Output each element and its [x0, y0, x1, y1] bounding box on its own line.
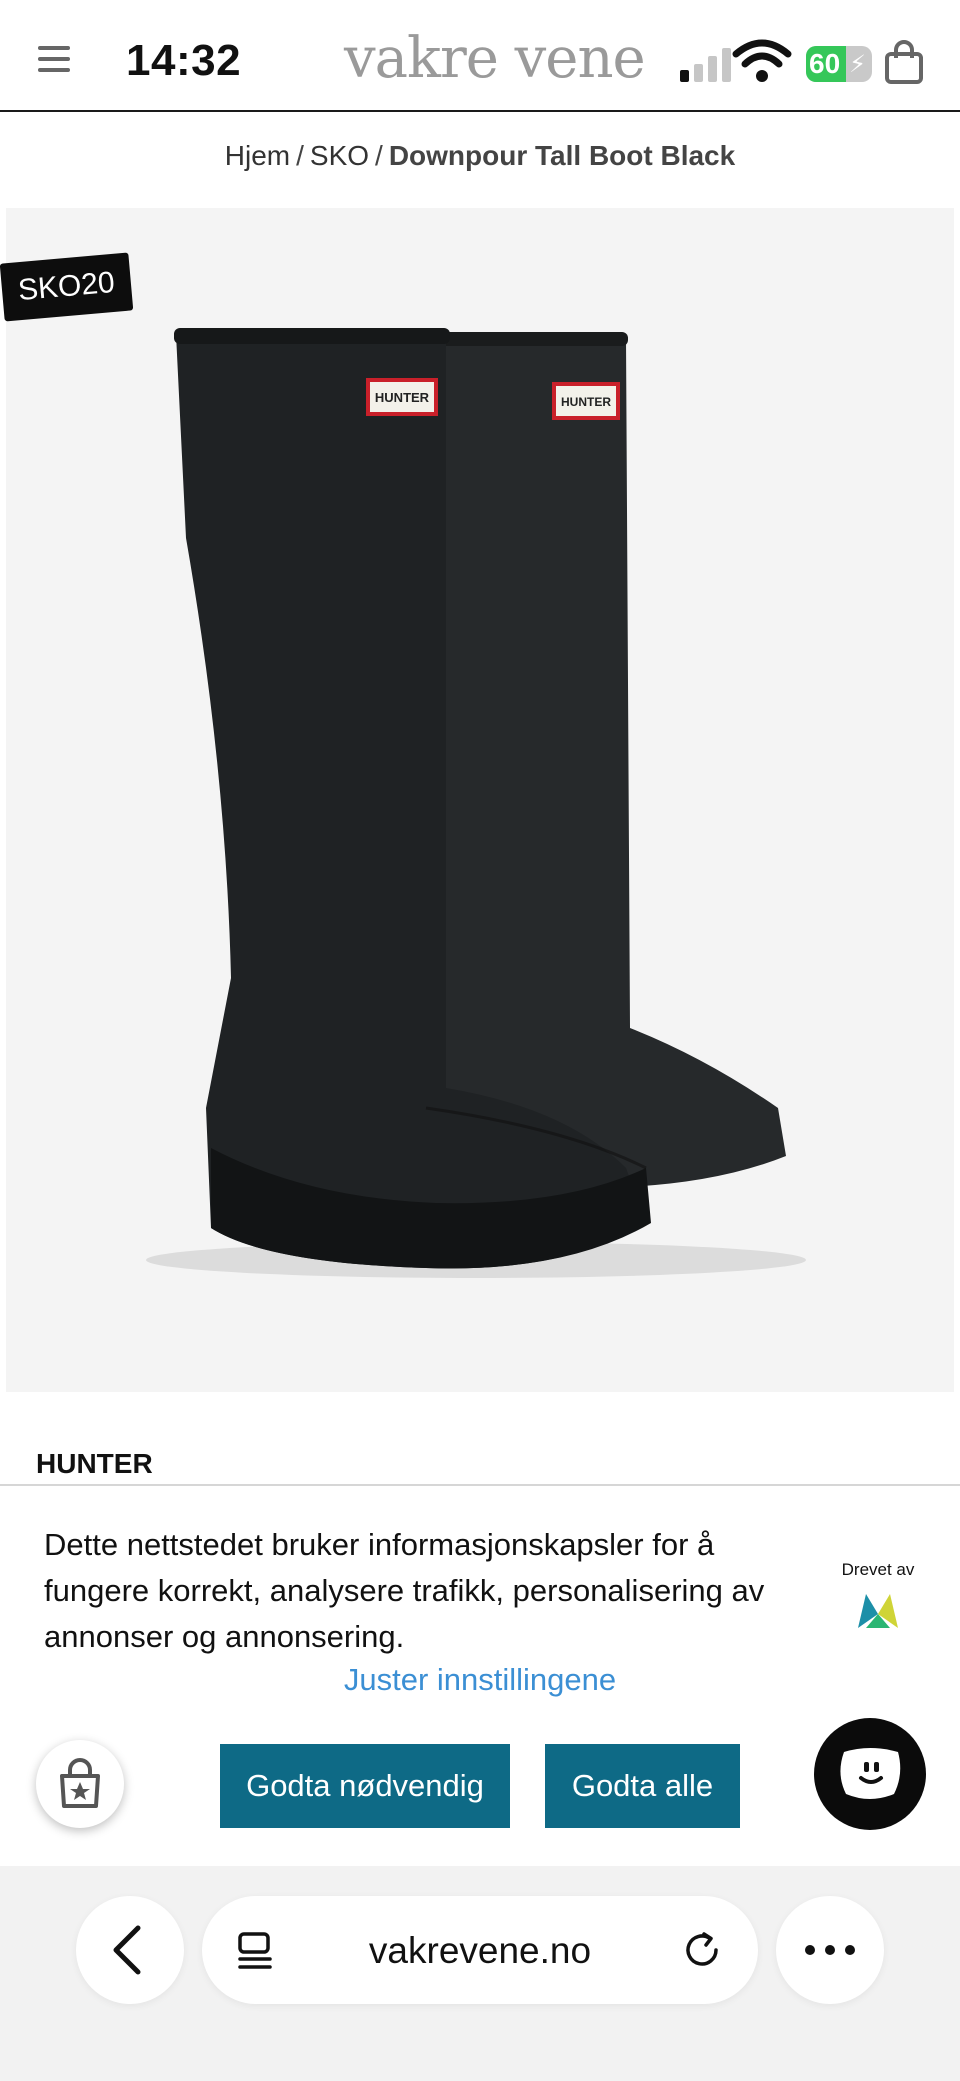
shopping-bag-icon[interactable] — [884, 40, 924, 84]
breadcrumb: Hjem / SKO / Downpour Tall Boot Black — [0, 140, 960, 172]
powered-by: Drevet av — [830, 1560, 926, 1635]
breadcrumb-separator: / — [375, 140, 383, 171]
floating-bag-button[interactable] — [36, 1740, 124, 1828]
cellular-signal-icon — [680, 46, 736, 82]
breadcrumb-home[interactable]: Hjem — [225, 140, 290, 171]
chat-smiley-icon — [840, 1748, 901, 1799]
bag-star-icon — [60, 1758, 100, 1808]
boots-illustration: HUNTER HUNTER — [146, 328, 806, 1278]
powered-by-label: Drevet av — [841, 1560, 915, 1579]
hamburger-menu-icon[interactable] — [38, 46, 70, 74]
battery-percent: 60 — [809, 48, 841, 79]
chat-button[interactable] — [814, 1718, 926, 1830]
boot-label-text: HUNTER — [561, 395, 611, 409]
chevron-left-icon — [113, 1925, 141, 1975]
charging-bolt-icon: ⚡ — [849, 51, 866, 78]
site-logo[interactable]: vakre vene — [344, 26, 646, 91]
adjust-settings-link[interactable]: Juster innstillingene — [0, 1662, 960, 1698]
more-dots-icon — [805, 1945, 855, 1955]
back-button[interactable] — [76, 1896, 184, 2004]
status-time: 14:32 — [126, 36, 242, 85]
cookie-description: Dette nettstedet bruker informasjonskaps… — [44, 1527, 765, 1654]
url-text[interactable]: vakrevene.no — [202, 1930, 758, 1972]
promo-code-badge: SKO20 — [0, 252, 134, 322]
breadcrumb-category[interactable]: SKO — [310, 140, 369, 171]
address-bar[interactable]: vakrevene.no — [202, 1896, 758, 2004]
wifi-icon — [732, 39, 792, 82]
cookie-provider-logo-icon[interactable] — [856, 1590, 900, 1630]
browser-toolbar: vakrevene.no — [0, 1866, 960, 2081]
more-options-button[interactable] — [776, 1896, 884, 2004]
site-header: 14:32 vakre vene 60 ⚡ — [0, 0, 960, 112]
breadcrumb-current: Downpour Tall Boot Black — [388, 140, 736, 171]
page: 14:32 vakre vene 60 ⚡ Hjem / SKO / Downpour … — [0, 0, 960, 2081]
breadcrumb-separator: / — [296, 140, 304, 171]
battery-indicator: 60 ⚡ — [806, 46, 872, 82]
accept-necessary-button[interactable]: Godta nødvendig — [220, 1744, 510, 1828]
product-brand[interactable]: HUNTER — [36, 1448, 153, 1480]
product-image[interactable]: HUNTER HUNTER — [6, 208, 954, 1392]
accept-all-button[interactable]: Godta alle — [545, 1744, 740, 1828]
boot-label-text: HUNTER — [375, 390, 430, 405]
reload-icon[interactable] — [678, 1926, 726, 1974]
